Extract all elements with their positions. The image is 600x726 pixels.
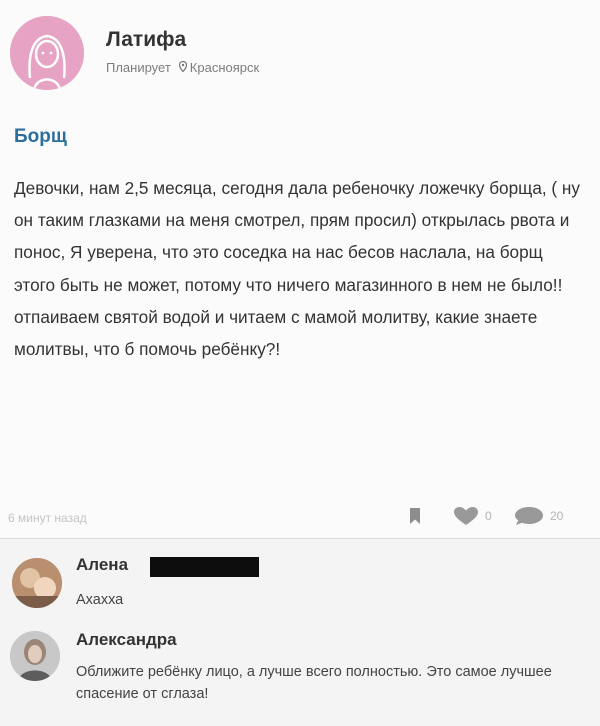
- commenter-avatar[interactable]: [12, 558, 62, 608]
- post-title: Борщ: [14, 126, 67, 147]
- author-name[interactable]: Латифа: [106, 28, 186, 52]
- photo-avatar-icon: [12, 558, 62, 608]
- photo-avatar-icon: [10, 631, 60, 681]
- post-card: Латифа Планирует Красноярск Борщ Девочки,…: [0, 0, 600, 538]
- comment-bubble-icon: [515, 507, 543, 525]
- post-timestamp: 6 минут назад: [8, 511, 87, 525]
- author-meta: Планирует Красноярск: [106, 60, 259, 75]
- woman-avatar-icon: [10, 16, 84, 90]
- like-button[interactable]: 0: [453, 504, 492, 528]
- commenter-name[interactable]: Александра: [76, 630, 177, 650]
- comments-section: Алена Ахахха Александра Оближите ребёнку…: [0, 539, 600, 726]
- heart-icon: [454, 507, 478, 525]
- bookmark-button[interactable]: [409, 504, 421, 528]
- commenter-avatar[interactable]: [10, 631, 60, 681]
- bookmark-icon: [410, 508, 420, 524]
- comment-text: Ахахха: [76, 592, 124, 608]
- commenter-name[interactable]: Алена: [76, 555, 128, 575]
- likes-count: 0: [485, 509, 492, 523]
- comments-count: 20: [550, 509, 564, 523]
- pin-icon: [179, 60, 188, 75]
- comments-button[interactable]: 20: [514, 504, 563, 528]
- author-status: Планирует: [106, 60, 171, 75]
- redaction-bar: [150, 557, 259, 577]
- author-location[interactable]: Красноярск: [190, 60, 259, 75]
- comment-text: Оближите ребёнку лицо, а лучше всего пол…: [76, 664, 552, 702]
- author-avatar[interactable]: [10, 16, 84, 90]
- post-body: Девочки, нам 2,5 месяца, сегодня дала ре…: [14, 178, 581, 360]
